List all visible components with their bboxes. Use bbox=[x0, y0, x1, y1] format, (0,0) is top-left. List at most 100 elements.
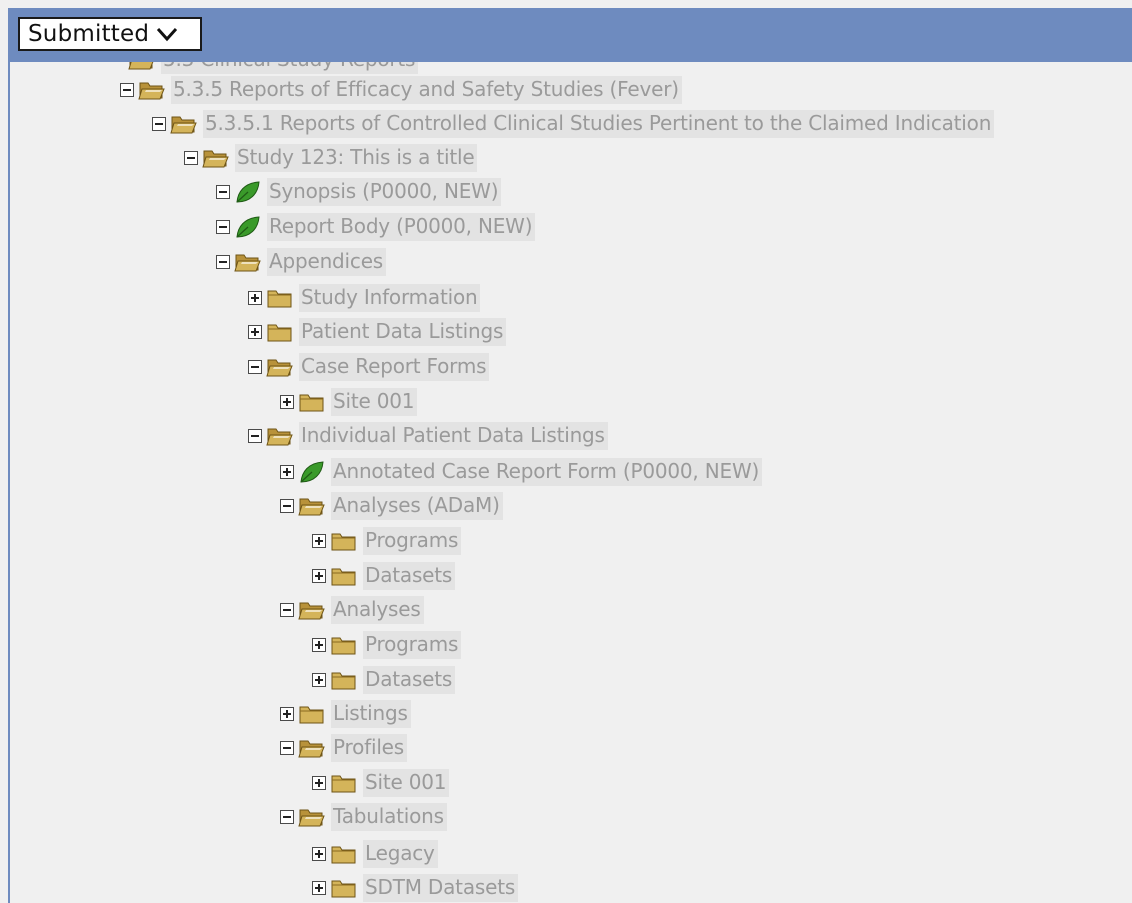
collapse-icon[interactable] bbox=[184, 151, 198, 165]
folder-open-icon bbox=[202, 146, 230, 170]
collapse-icon[interactable] bbox=[280, 741, 294, 755]
tree-node-label[interactable]: Study 123: This is a title bbox=[235, 144, 478, 172]
collapse-icon[interactable] bbox=[216, 185, 230, 199]
expand-icon[interactable] bbox=[280, 707, 294, 721]
tree-node-label[interactable]: Report Body (P0000, NEW) bbox=[267, 213, 536, 241]
tree-node-label[interactable]: Appendices bbox=[267, 248, 387, 276]
chevron-down-icon[interactable] bbox=[155, 25, 179, 43]
folder-closed-icon bbox=[330, 668, 358, 692]
expand-icon[interactable] bbox=[312, 847, 326, 861]
tree-node[interactable]: Legacy bbox=[312, 838, 438, 870]
collapse-icon[interactable] bbox=[216, 220, 230, 234]
folder-open-icon bbox=[234, 250, 262, 274]
tree-node[interactable]: Annotated Case Report Form (P0000, NEW) bbox=[280, 456, 763, 488]
folder-closed-icon bbox=[298, 702, 326, 726]
tree-node[interactable]: Report Body (P0000, NEW) bbox=[216, 211, 536, 243]
folder-open-icon bbox=[298, 805, 326, 829]
expand-icon[interactable] bbox=[312, 673, 326, 687]
tree-node-label[interactable]: Site 001 bbox=[363, 769, 450, 797]
tree-node[interactable]: Programs bbox=[312, 629, 462, 661]
tree-node-label[interactable]: Analyses (ADaM) bbox=[331, 492, 503, 520]
tree-node-label[interactable]: Site 001 bbox=[331, 388, 418, 416]
folder-closed-icon bbox=[266, 320, 294, 344]
collapse-icon[interactable] bbox=[280, 810, 294, 824]
tree-node-label[interactable]: Synopsis (P0000, NEW) bbox=[267, 178, 502, 206]
tree-node[interactable]: Datasets bbox=[312, 560, 456, 592]
folder-closed-icon bbox=[298, 390, 326, 414]
tree-node-label[interactable]: Programs bbox=[363, 527, 462, 555]
tree-node[interactable]: 5.3.5 Reports of Efficacy and Safety Stu… bbox=[120, 74, 682, 106]
tree-node[interactable]: Listings bbox=[280, 698, 411, 730]
expand-icon[interactable] bbox=[312, 776, 326, 790]
collapse-icon[interactable] bbox=[248, 360, 262, 374]
document-tree-window: Submitted 5.3 Clinical Study Reports5.3.… bbox=[0, 0, 1132, 903]
tree-node-label[interactable]: Listings bbox=[331, 700, 411, 728]
expand-icon[interactable] bbox=[312, 638, 326, 652]
tree-node-label[interactable]: Annotated Case Report Form (P0000, NEW) bbox=[331, 458, 763, 486]
tree-node-label[interactable]: SDTM Datasets bbox=[363, 874, 519, 902]
tree-node-label[interactable]: Case Report Forms bbox=[299, 353, 490, 381]
folder-closed-icon bbox=[330, 771, 358, 795]
tree-node[interactable]: SDTM Datasets bbox=[312, 872, 519, 903]
tree-node[interactable]: Study 123: This is a title bbox=[184, 142, 478, 174]
tree-node[interactable]: Tabulations bbox=[280, 801, 447, 833]
leaf-icon bbox=[234, 215, 262, 239]
tree-node-label[interactable]: Analyses bbox=[331, 596, 424, 624]
folder-open-icon bbox=[138, 78, 166, 102]
status-select-value: Submitted bbox=[28, 21, 150, 47]
tree-node[interactable]: Profiles bbox=[280, 732, 408, 764]
tree-node-label[interactable]: Datasets bbox=[363, 666, 456, 694]
document-tree: 5.3 Clinical Study Reports5.3.5 Reports … bbox=[10, 0, 1132, 903]
collapse-icon[interactable] bbox=[216, 255, 230, 269]
expand-icon[interactable] bbox=[280, 395, 294, 409]
collapse-icon[interactable] bbox=[120, 83, 134, 97]
leaf-icon bbox=[298, 460, 326, 484]
tree-node-label[interactable]: Tabulations bbox=[331, 803, 447, 831]
status-select[interactable]: Submitted bbox=[18, 17, 202, 51]
collapse-icon[interactable] bbox=[152, 117, 166, 131]
tree-node[interactable]: 5.3.5.1 Reports of Controlled Clinical S… bbox=[152, 108, 995, 140]
left-border bbox=[8, 62, 10, 903]
folder-open-icon bbox=[266, 424, 294, 448]
tree-node[interactable]: Case Report Forms bbox=[248, 351, 490, 383]
tree-node[interactable]: Datasets bbox=[312, 664, 456, 696]
collapse-icon[interactable] bbox=[280, 603, 294, 617]
tree-node[interactable]: Site 001 bbox=[280, 386, 418, 418]
expand-icon[interactable] bbox=[248, 325, 262, 339]
expand-icon[interactable] bbox=[248, 291, 262, 305]
collapse-icon[interactable] bbox=[248, 429, 262, 443]
header-bar: Submitted bbox=[8, 8, 1132, 62]
folder-closed-icon bbox=[330, 633, 358, 657]
tree-node[interactable]: Patient Data Listings bbox=[248, 316, 507, 348]
tree-node-label[interactable]: Patient Data Listings bbox=[299, 318, 507, 346]
tree-node[interactable]: Programs bbox=[312, 525, 462, 557]
expand-icon[interactable] bbox=[312, 534, 326, 548]
folder-open-icon bbox=[266, 355, 294, 379]
folder-closed-icon bbox=[330, 842, 358, 866]
tree-node[interactable]: Analyses (ADaM) bbox=[280, 490, 503, 522]
tree-node-label[interactable]: Individual Patient Data Listings bbox=[299, 422, 608, 450]
folder-open-icon bbox=[298, 494, 326, 518]
folder-open-icon bbox=[298, 736, 326, 760]
collapse-icon[interactable] bbox=[280, 499, 294, 513]
tree-node-label[interactable]: 5.3.5.1 Reports of Controlled Clinical S… bbox=[203, 110, 995, 138]
folder-open-icon bbox=[170, 112, 198, 136]
expand-icon[interactable] bbox=[312, 881, 326, 895]
expand-icon[interactable] bbox=[312, 569, 326, 583]
folder-closed-icon bbox=[266, 286, 294, 310]
tree-node[interactable]: Analyses bbox=[280, 594, 424, 626]
tree-node[interactable]: Individual Patient Data Listings bbox=[248, 420, 608, 452]
tree-node[interactable]: Appendices bbox=[216, 246, 387, 278]
tree-node-label[interactable]: Datasets bbox=[363, 562, 456, 590]
tree-node-label[interactable]: Study Information bbox=[299, 284, 481, 312]
expand-icon[interactable] bbox=[280, 465, 294, 479]
tree-node[interactable]: Synopsis (P0000, NEW) bbox=[216, 176, 502, 208]
tree-node[interactable]: Study Information bbox=[248, 282, 481, 314]
tree-node-label[interactable]: 5.3.5 Reports of Efficacy and Safety Stu… bbox=[171, 76, 682, 104]
tree-node-label[interactable]: Programs bbox=[363, 631, 462, 659]
folder-closed-icon bbox=[330, 529, 358, 553]
tree-node-label[interactable]: Profiles bbox=[331, 734, 408, 762]
leaf-icon bbox=[234, 180, 262, 204]
tree-node[interactable]: Site 001 bbox=[312, 767, 450, 799]
tree-node-label[interactable]: Legacy bbox=[363, 840, 438, 868]
